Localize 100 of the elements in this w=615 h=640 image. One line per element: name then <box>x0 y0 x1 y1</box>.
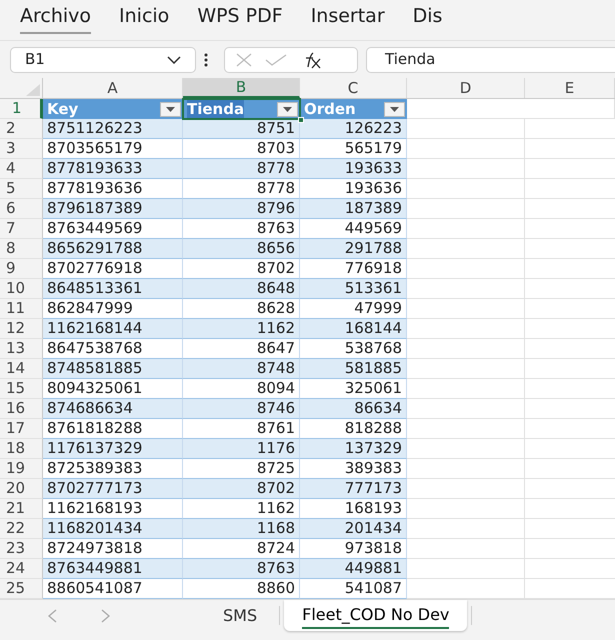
row-header[interactable]: 14 <box>0 359 43 379</box>
table-cell: 1162168193 <box>43 499 183 519</box>
row-header[interactable]: 2 <box>0 119 43 139</box>
table-cell: 8703 <box>183 139 300 159</box>
column-header[interactable]: B <box>183 78 300 98</box>
table-cell: 8796187389 <box>43 199 183 219</box>
column-header[interactable]: E <box>525 78 615 98</box>
fill-handle[interactable] <box>298 117 304 123</box>
table-cell: 1168201434 <box>43 519 183 539</box>
table-cell: 291788 <box>300 239 407 259</box>
table-cell: 325061 <box>300 379 407 399</box>
row-header[interactable]: 3 <box>0 139 43 159</box>
filter-button[interactable] <box>277 102 298 116</box>
row-header[interactable]: 4 <box>0 159 43 179</box>
row-header[interactable]: 19 <box>0 459 43 479</box>
table-cell: 8647538768 <box>43 339 183 359</box>
table-cell: 8860541087 <box>43 579 183 599</box>
row-header[interactable]: 20 <box>0 479 43 499</box>
more-options-icon[interactable] <box>204 52 208 66</box>
table-cell: 1168 <box>183 519 300 539</box>
table-cell: 86634 <box>300 399 407 419</box>
table-cell: 168144 <box>300 319 407 339</box>
dropdown-triangle-icon <box>283 106 292 112</box>
table-cell: 8761818288 <box>43 419 183 439</box>
cell-reference: B1 <box>25 49 45 70</box>
row-header[interactable]: 8 <box>0 239 43 259</box>
table-cell: 973818 <box>300 539 407 559</box>
menu-tab[interactable]: Inicio <box>119 2 170 34</box>
filter-button[interactable] <box>160 102 181 116</box>
row-header[interactable]: 24 <box>0 559 43 579</box>
row-header[interactable]: 15 <box>0 379 43 399</box>
table-cell: 8725 <box>183 459 300 479</box>
column-header[interactable]: D <box>407 78 525 98</box>
row-header[interactable]: 25 <box>0 579 43 599</box>
table-cell: 8724973818 <box>43 539 183 559</box>
header-text: Orden <box>304 98 356 120</box>
sheet-tab[interactable]: Fleet_COD No Dev <box>284 600 468 631</box>
table-cell: 8860 <box>183 579 300 599</box>
table-cell: 137329 <box>300 439 407 459</box>
table-cell: 8763 <box>183 559 300 579</box>
table-cell: 776918 <box>300 259 407 279</box>
table-cell: 8748 <box>183 359 300 379</box>
table-cell: 8702 <box>183 259 300 279</box>
table-cell: 47999 <box>300 299 407 319</box>
table-cell: 187389 <box>300 199 407 219</box>
table-cell: 8094325061 <box>43 379 183 399</box>
table-cell: 193636 <box>300 179 407 199</box>
row-header[interactable]: 23 <box>0 539 43 559</box>
table-cell: 8628 <box>183 299 300 319</box>
table-cell: 8648 <box>183 279 300 299</box>
sheet-tab[interactable]: SMS <box>205 600 276 631</box>
row-header[interactable]: 13 <box>0 339 43 359</box>
table-cell: 389383 <box>300 459 407 479</box>
table-cell: 538768 <box>300 339 407 359</box>
column-header[interactable]: C <box>300 78 407 98</box>
table-cell: 126223 <box>300 119 407 139</box>
row-header[interactable]: 21 <box>0 499 43 519</box>
table-cell: 8656291788 <box>43 239 183 259</box>
dropdown-triangle-icon <box>166 106 175 112</box>
table-cell: 8748581885 <box>43 359 183 379</box>
table-cell: 1162 <box>183 499 300 519</box>
table-cell: 874686634 <box>43 399 183 419</box>
table-cell: 8751126223 <box>43 119 183 139</box>
name-box[interactable]: B1 <box>10 46 196 72</box>
row-header[interactable]: 16 <box>0 399 43 419</box>
menu-tab[interactable]: Archivo <box>20 2 92 34</box>
table-cell: 8778193636 <box>43 179 183 199</box>
table-cell: 8751 <box>183 119 300 139</box>
table-cell: 1176137329 <box>43 439 183 459</box>
table-cell: 8702777173 <box>43 479 183 499</box>
table-cell: 449569 <box>300 219 407 239</box>
row-header[interactable]: 6 <box>0 199 43 219</box>
row-header[interactable]: 5 <box>0 179 43 199</box>
menu-tab[interactable]: WPS PDF <box>197 2 283 34</box>
menu-tab[interactable]: Dis <box>412 2 442 34</box>
formula-field[interactable]: Tienda <box>366 46 615 72</box>
table-cell: 8724 <box>183 539 300 559</box>
dropdown-triangle-icon <box>390 106 399 112</box>
table-cell: 8725389383 <box>43 459 183 479</box>
menu-tab[interactable]: Insertar <box>310 2 385 34</box>
header-text: Key <box>47 98 78 120</box>
filter-button[interactable] <box>384 102 405 116</box>
table-cell: 8763449569 <box>43 219 183 239</box>
table-cell: 8702 <box>183 479 300 499</box>
row-header[interactable]: 1 <box>0 99 43 119</box>
row-header[interactable]: 10 <box>0 279 43 299</box>
row-header[interactable]: 22 <box>0 519 43 539</box>
table-cell: 8761 <box>183 419 300 439</box>
row-header[interactable]: 9 <box>0 259 43 279</box>
row-header[interactable]: 18 <box>0 439 43 459</box>
formula-text: Tienda <box>385 49 436 70</box>
table-cell: 1162 <box>183 319 300 339</box>
row-header[interactable]: 12 <box>0 319 43 339</box>
table-cell: 193633 <box>300 159 407 179</box>
check-icon[interactable] <box>265 54 287 66</box>
row-header[interactable]: 7 <box>0 219 43 239</box>
table-cell: 8796 <box>183 199 300 219</box>
table-cell: 8778 <box>183 159 300 179</box>
row-header[interactable]: 17 <box>0 419 43 439</box>
row-header[interactable]: 11 <box>0 299 43 319</box>
